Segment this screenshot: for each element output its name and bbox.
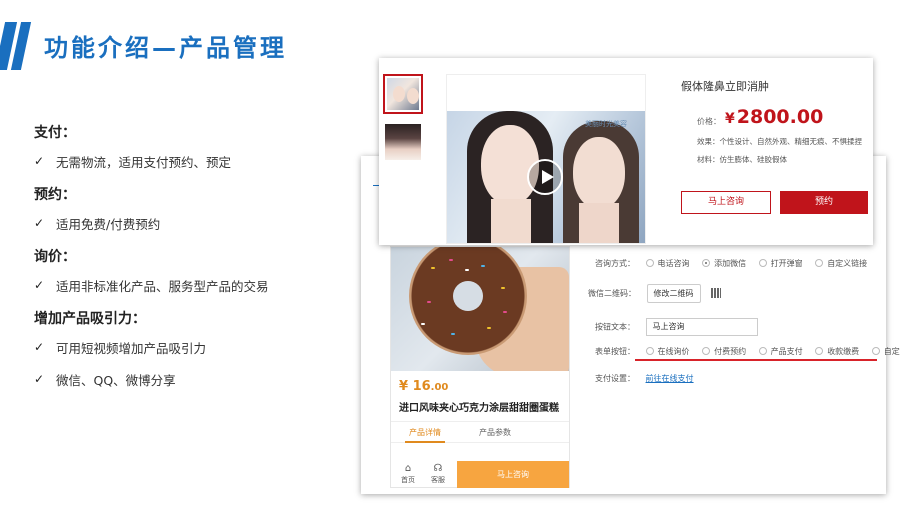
title-accent-bars	[0, 22, 34, 70]
check-icon: ✓	[34, 278, 45, 292]
feature-item: ✓ 适用非标准化产品、服务型产品的交易	[34, 276, 354, 294]
radio-collect-fee[interactable]	[815, 347, 824, 355]
feature-heading: 询价：	[34, 249, 76, 265]
product-title: 假体隆鼻立即消肿	[681, 80, 769, 93]
price-label: 价格：	[697, 117, 721, 126]
video-frame: 美丽时光美容	[447, 111, 645, 243]
radio-phone[interactable]	[645, 259, 654, 267]
mobile-price-value: 16	[412, 379, 431, 394]
option-label: 产品支付	[770, 347, 803, 356]
feature-item: ✓ 适用免费/付费预约	[34, 214, 354, 232]
button-text-row: 按钮文本： 马上咨询	[595, 318, 758, 336]
radio-paid-booking[interactable]	[702, 347, 711, 355]
mobile-price-currency: ¥	[399, 379, 409, 394]
price-value: 2800.00	[736, 106, 824, 128]
consult-method-row: 咨询方式： 电话咨询 添加微信 打开弹窗 自定义链接	[595, 258, 869, 269]
thumbnail-1[interactable]	[383, 74, 423, 114]
wechat-qr-label: 微信二维码：	[588, 289, 636, 298]
option-label: 打开弹窗	[770, 259, 803, 268]
feature-text: 适用非标准化产品、服务型产品的交易	[56, 278, 269, 294]
feature-list: 支付： ✓ 无需物流，适用支付预约、预定 预约： ✓ 适用免费/付费预约 询价：…	[34, 122, 354, 402]
radio-custom[interactable]	[871, 347, 880, 355]
button-text-label: 按钮文本：	[595, 322, 635, 332]
headset-icon: ☊	[433, 463, 443, 474]
option-label: 在线询价	[657, 347, 690, 356]
mobile-tabs: 产品详情 产品参数	[391, 421, 569, 443]
mobile-consult-button[interactable]: 马上咨询	[457, 461, 569, 488]
option-label: 自定义	[883, 347, 900, 356]
book-button[interactable]: 预约	[780, 191, 868, 214]
radio-online-inquiry[interactable]	[645, 347, 654, 355]
mobile-product-name: 进口风味夹心巧克力涂层甜甜圈蛋糕	[399, 403, 559, 414]
feature-group-attraction: 增加产品吸引力： ✓ 可用短视频增加产品吸引力 ✓ 微信、QQ、微博分享	[34, 308, 354, 388]
check-icon: ✓	[34, 372, 45, 386]
edit-qr-button[interactable]: 修改二维码	[646, 284, 701, 303]
thumbnail-2[interactable]	[385, 124, 421, 160]
active-tab-indicator	[405, 441, 445, 443]
mobile-preview: ¥ 16.00 进口风味夹心巧克力涂层甜甜圈蛋糕 产品详情 产品参数 ⌂ 首页 …	[390, 246, 570, 488]
video-watermark: 美丽时光美容	[585, 120, 627, 128]
radio-product-payment[interactable]	[758, 347, 767, 355]
payment-settings-row: 支付设置： 前往在线支付	[595, 373, 694, 384]
feature-item: ✓ 无需物流，适用支付预约、预定	[34, 152, 354, 170]
service-nav[interactable]: ☊ 客服	[425, 463, 451, 485]
tab-product-details[interactable]: 产品详情	[409, 427, 441, 438]
feature-item: ✓ 微信、QQ、微博分享	[34, 370, 354, 388]
check-icon: ✓	[34, 154, 45, 168]
tab-product-params[interactable]: 产品参数	[479, 427, 511, 438]
consult-method-label: 咨询方式：	[595, 259, 635, 268]
slide-title: 功能介绍—产品管理	[44, 34, 287, 62]
feature-text: 微信、QQ、微博分享	[56, 372, 176, 388]
feature-heading: 预约：	[34, 187, 76, 203]
play-icon[interactable]	[527, 159, 563, 195]
product-detail-panel: 美丽时光美容 假体隆鼻立即消肿 价格： ¥2800.00 效果：个性设计、自然外…	[379, 58, 873, 245]
radio-popup[interactable]	[758, 259, 767, 267]
service-label: 客服	[431, 476, 445, 484]
feature-group-booking: 预约： ✓ 适用免费/付费预约	[34, 184, 354, 232]
feature-item: ✓ 可用短视频增加产品吸引力	[34, 338, 354, 356]
product-video[interactable]: 美丽时光美容	[446, 74, 646, 244]
feature-group-inquiry: 询价： ✓ 适用非标准化产品、服务型产品的交易	[34, 246, 354, 294]
product-material: 材料：仿生膨体、硅胶假体	[697, 155, 787, 164]
feature-heading: 增加产品吸引力：	[34, 311, 146, 327]
wechat-qr-row: 微信二维码： 修改二维码	[588, 284, 722, 303]
mobile-price-decimals: .00	[430, 382, 449, 393]
product-image-donut	[391, 247, 569, 371]
slide: 功能介绍—产品管理 支付： ✓ 无需物流，适用支付预约、预定 预约： ✓ 适用免…	[0, 0, 900, 506]
payment-link[interactable]: 前往在线支付	[646, 374, 694, 383]
home-label: 首页	[401, 476, 415, 484]
feature-group-pay: 支付： ✓ 无需物流，适用支付预约、预定	[34, 122, 354, 170]
home-icon: ⌂	[404, 463, 412, 474]
product-price: ¥2800.00	[725, 106, 823, 128]
payment-settings-label: 支付设置：	[595, 374, 635, 383]
feature-heading: 支付：	[34, 125, 76, 141]
option-label: 添加微信	[714, 259, 747, 268]
option-label: 电话咨询	[657, 259, 690, 268]
price-currency: ¥	[725, 111, 735, 127]
feature-text: 适用免费/付费预约	[56, 216, 161, 232]
option-label: 自定义链接	[827, 259, 868, 268]
radio-wechat[interactable]	[702, 259, 711, 267]
feature-text: 可用短视频增加产品吸引力	[56, 340, 207, 356]
option-label: 收款缴费	[827, 347, 860, 356]
option-label: 付费预约	[714, 347, 747, 356]
check-icon: ✓	[34, 216, 45, 230]
button-text-input[interactable]: 马上咨询	[645, 318, 758, 336]
form-button-row: 表单按钮： 在线询价 付费预约 产品支付 收款缴费 自定义	[595, 346, 900, 357]
qr-code-icon	[711, 288, 722, 298]
mobile-price: ¥ 16.00	[399, 379, 448, 394]
home-nav[interactable]: ⌂ 首页	[395, 463, 421, 485]
mobile-bottom-bar: ⌂ 首页 ☊ 客服 马上咨询	[391, 461, 569, 488]
highlight-underline	[635, 359, 877, 361]
feature-text: 无需物流，适用支付预约、预定	[56, 154, 232, 170]
radio-custom-link[interactable]	[815, 259, 824, 267]
consult-button[interactable]: 马上咨询	[681, 191, 771, 214]
check-icon: ✓	[34, 340, 45, 354]
form-button-label: 表单按钮：	[595, 347, 635, 356]
product-effect: 效果：个性设计、自然外观、精细无痕、不惧揉捏	[697, 137, 862, 146]
